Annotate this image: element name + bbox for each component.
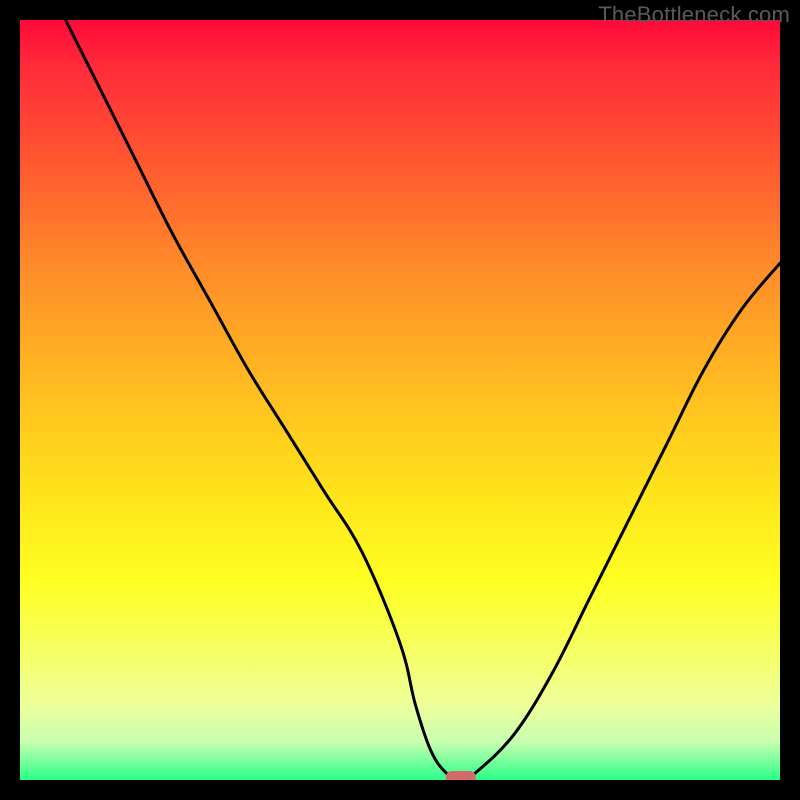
bottleneck-curve	[20, 20, 780, 780]
watermark-label: TheBottleneck.com	[598, 2, 790, 28]
plot-area	[20, 20, 780, 780]
min-marker	[446, 771, 476, 780]
chart-frame: TheBottleneck.com	[0, 0, 800, 800]
curve-path	[66, 20, 780, 780]
